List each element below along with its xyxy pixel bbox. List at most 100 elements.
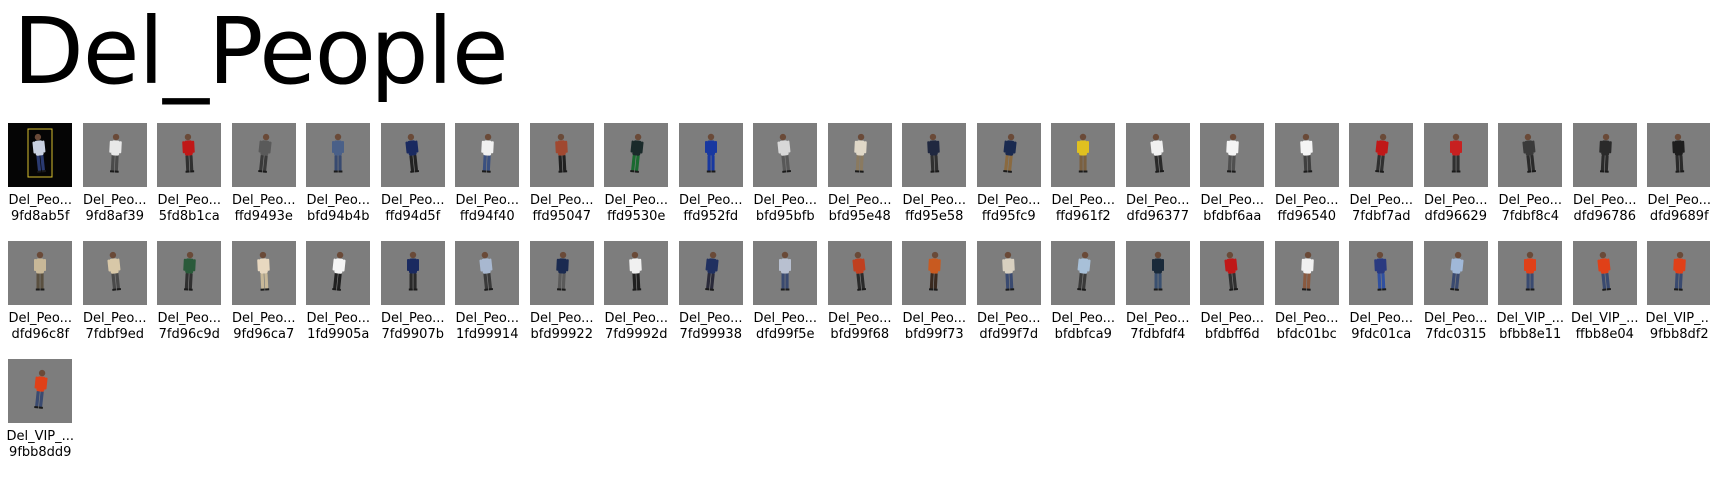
file-item[interactable]: Del_VIP_... 9fbb8df2 <box>1642 241 1710 359</box>
file-item[interactable]: Del_Peo... ffd95047 <box>525 123 600 241</box>
file-thumbnail[interactable] <box>976 241 1041 305</box>
file-item[interactable]: Del_Peo... bfdbfca9 <box>1046 241 1121 359</box>
file-item[interactable]: Del_Peo... bfdc01bc <box>1270 241 1345 359</box>
file-thumbnail[interactable] <box>1200 123 1265 187</box>
file-item[interactable]: Del_Peo... 7fd9907b <box>376 241 451 359</box>
file-item[interactable]: Del_Peo... ffd95fc9 <box>972 123 1047 241</box>
file-thumbnail[interactable] <box>1572 123 1637 187</box>
file-thumbnail[interactable] <box>1498 241 1563 305</box>
file-item[interactable]: Del_Peo... 9fd8af39 <box>78 123 153 241</box>
file-thumbnail[interactable] <box>1647 241 1710 305</box>
file-item[interactable]: Del_Peo... 7fd96c9d <box>152 241 227 359</box>
file-item[interactable]: Del_Peo... bfd99922 <box>525 241 600 359</box>
file-id-label: 9fdc01ca <box>1351 327 1412 342</box>
file-thumbnail[interactable] <box>82 123 147 187</box>
file-thumbnail[interactable] <box>8 359 73 423</box>
file-item[interactable]: Del_Peo... 7fdc0315 <box>1419 241 1494 359</box>
file-thumbnail[interactable] <box>1349 241 1414 305</box>
file-thumbnail[interactable] <box>455 241 520 305</box>
file-thumbnail[interactable] <box>1423 241 1488 305</box>
file-thumbnail[interactable] <box>380 123 445 187</box>
file-item[interactable]: Del_Peo... ffd94f40 <box>450 123 525 241</box>
file-thumbnail[interactable] <box>753 123 818 187</box>
file-name-label: Del_Peo... <box>231 311 296 326</box>
file-thumbnail[interactable] <box>753 241 818 305</box>
file-item[interactable]: Del_VIP_... ffbb8e04 <box>1568 241 1643 359</box>
file-item[interactable]: Del_Peo... 7fdbfdf4 <box>1121 241 1196 359</box>
file-item[interactable]: Del_Peo... dfd9689f <box>1642 123 1710 241</box>
file-item[interactable]: Del_Peo... 9fd8ab5f <box>3 123 78 241</box>
file-thumbnail[interactable] <box>157 241 222 305</box>
file-name-label: Del_Peo... <box>1349 311 1414 326</box>
file-thumbnail[interactable] <box>529 123 594 187</box>
file-item[interactable]: Del_Peo... 9fd96ca7 <box>227 241 302 359</box>
file-item[interactable]: Del_Peo... bfd99f73 <box>897 241 972 359</box>
file-thumbnail[interactable] <box>1125 241 1190 305</box>
file-thumbnail[interactable] <box>1200 241 1265 305</box>
file-item[interactable]: Del_Peo... 7fd99938 <box>674 241 749 359</box>
file-thumbnail[interactable] <box>827 123 892 187</box>
file-item[interactable]: Del_Peo... dfd99f7d <box>972 241 1047 359</box>
file-thumbnail[interactable] <box>976 123 1041 187</box>
file-thumbnail[interactable] <box>8 123 73 187</box>
file-item[interactable]: Del_Peo... bfd94b4b <box>301 123 376 241</box>
file-thumbnail[interactable] <box>1498 123 1563 187</box>
file-thumbnail[interactable] <box>678 123 743 187</box>
file-thumbnail[interactable] <box>82 241 147 305</box>
file-thumbnail[interactable] <box>1349 123 1414 187</box>
file-name-label: Del_Peo... <box>902 311 967 326</box>
file-thumbnail[interactable] <box>902 241 967 305</box>
file-item[interactable]: Del_Peo... ffd952fd <box>674 123 749 241</box>
file-thumbnail[interactable] <box>231 123 296 187</box>
file-thumbnail[interactable] <box>306 123 371 187</box>
file-thumbnail[interactable] <box>157 123 222 187</box>
file-thumbnail[interactable] <box>1572 241 1637 305</box>
file-thumbnail[interactable] <box>1647 123 1710 187</box>
file-thumbnail[interactable] <box>1125 123 1190 187</box>
file-thumbnail[interactable] <box>8 241 73 305</box>
file-name-label: Del_Peo... <box>1274 311 1339 326</box>
file-item[interactable]: Del_Peo... dfd96786 <box>1568 123 1643 241</box>
file-item[interactable]: Del_Peo... 7fdbf9ed <box>78 241 153 359</box>
file-item[interactable]: Del_Peo... dfd99f5e <box>748 241 823 359</box>
file-item[interactable]: Del_Peo... 1fd9905a <box>301 241 376 359</box>
file-thumbnail[interactable] <box>231 241 296 305</box>
file-item[interactable]: Del_Peo... ffd95e58 <box>897 123 972 241</box>
file-thumbnail[interactable] <box>604 123 669 187</box>
file-name-label: Del_Peo... <box>306 311 371 326</box>
file-item[interactable]: Del_Peo... ffd961f2 <box>1046 123 1121 241</box>
file-item[interactable]: Del_Peo... 1fd99914 <box>450 241 525 359</box>
file-thumbnail[interactable] <box>902 123 967 187</box>
file-thumbnail[interactable] <box>1051 241 1116 305</box>
file-item[interactable]: Del_Peo... bfdbf6aa <box>1195 123 1270 241</box>
file-item[interactable]: Del_VIP_... bfbb8e11 <box>1493 241 1568 359</box>
file-item[interactable]: Del_Peo... 7fdbf7ad <box>1344 123 1419 241</box>
file-item[interactable]: Del_Peo... 7fd9992d <box>599 241 674 359</box>
file-thumbnail[interactable] <box>529 241 594 305</box>
file-item[interactable]: Del_Peo... ffd94d5f <box>376 123 451 241</box>
file-item[interactable]: Del_Peo... bfd99f68 <box>823 241 898 359</box>
file-thumbnail[interactable] <box>1423 123 1488 187</box>
file-item[interactable]: Del_Peo... bfdbff6d <box>1195 241 1270 359</box>
file-item[interactable]: Del_Peo... dfd96629 <box>1419 123 1494 241</box>
file-item[interactable]: Del_Peo... ffd9493e <box>227 123 302 241</box>
file-thumbnail[interactable] <box>1274 123 1339 187</box>
file-thumbnail[interactable] <box>678 241 743 305</box>
file-thumbnail[interactable] <box>604 241 669 305</box>
file-thumbnail[interactable] <box>380 241 445 305</box>
file-item[interactable]: Del_Peo... ffd96540 <box>1270 123 1345 241</box>
file-item[interactable]: Del_Peo... bfd95e48 <box>823 123 898 241</box>
file-thumbnail[interactable] <box>306 241 371 305</box>
file-thumbnail[interactable] <box>1274 241 1339 305</box>
file-item[interactable]: Del_Peo... 5fd8b1ca <box>152 123 227 241</box>
file-item[interactable]: Del_Peo... ffd9530e <box>599 123 674 241</box>
file-thumbnail[interactable] <box>1051 123 1116 187</box>
file-thumbnail[interactable] <box>827 241 892 305</box>
file-item[interactable]: Del_Peo... 7fdbf8c4 <box>1493 123 1568 241</box>
file-thumbnail[interactable] <box>455 123 520 187</box>
file-item[interactable]: Del_VIP_... 9fbb8dd9 <box>3 359 78 477</box>
file-item[interactable]: Del_Peo... bfd95bfb <box>748 123 823 241</box>
file-item[interactable]: Del_Peo... dfd96377 <box>1121 123 1196 241</box>
file-item[interactable]: Del_Peo... dfd96c8f <box>3 241 78 359</box>
file-item[interactable]: Del_Peo... 9fdc01ca <box>1344 241 1419 359</box>
